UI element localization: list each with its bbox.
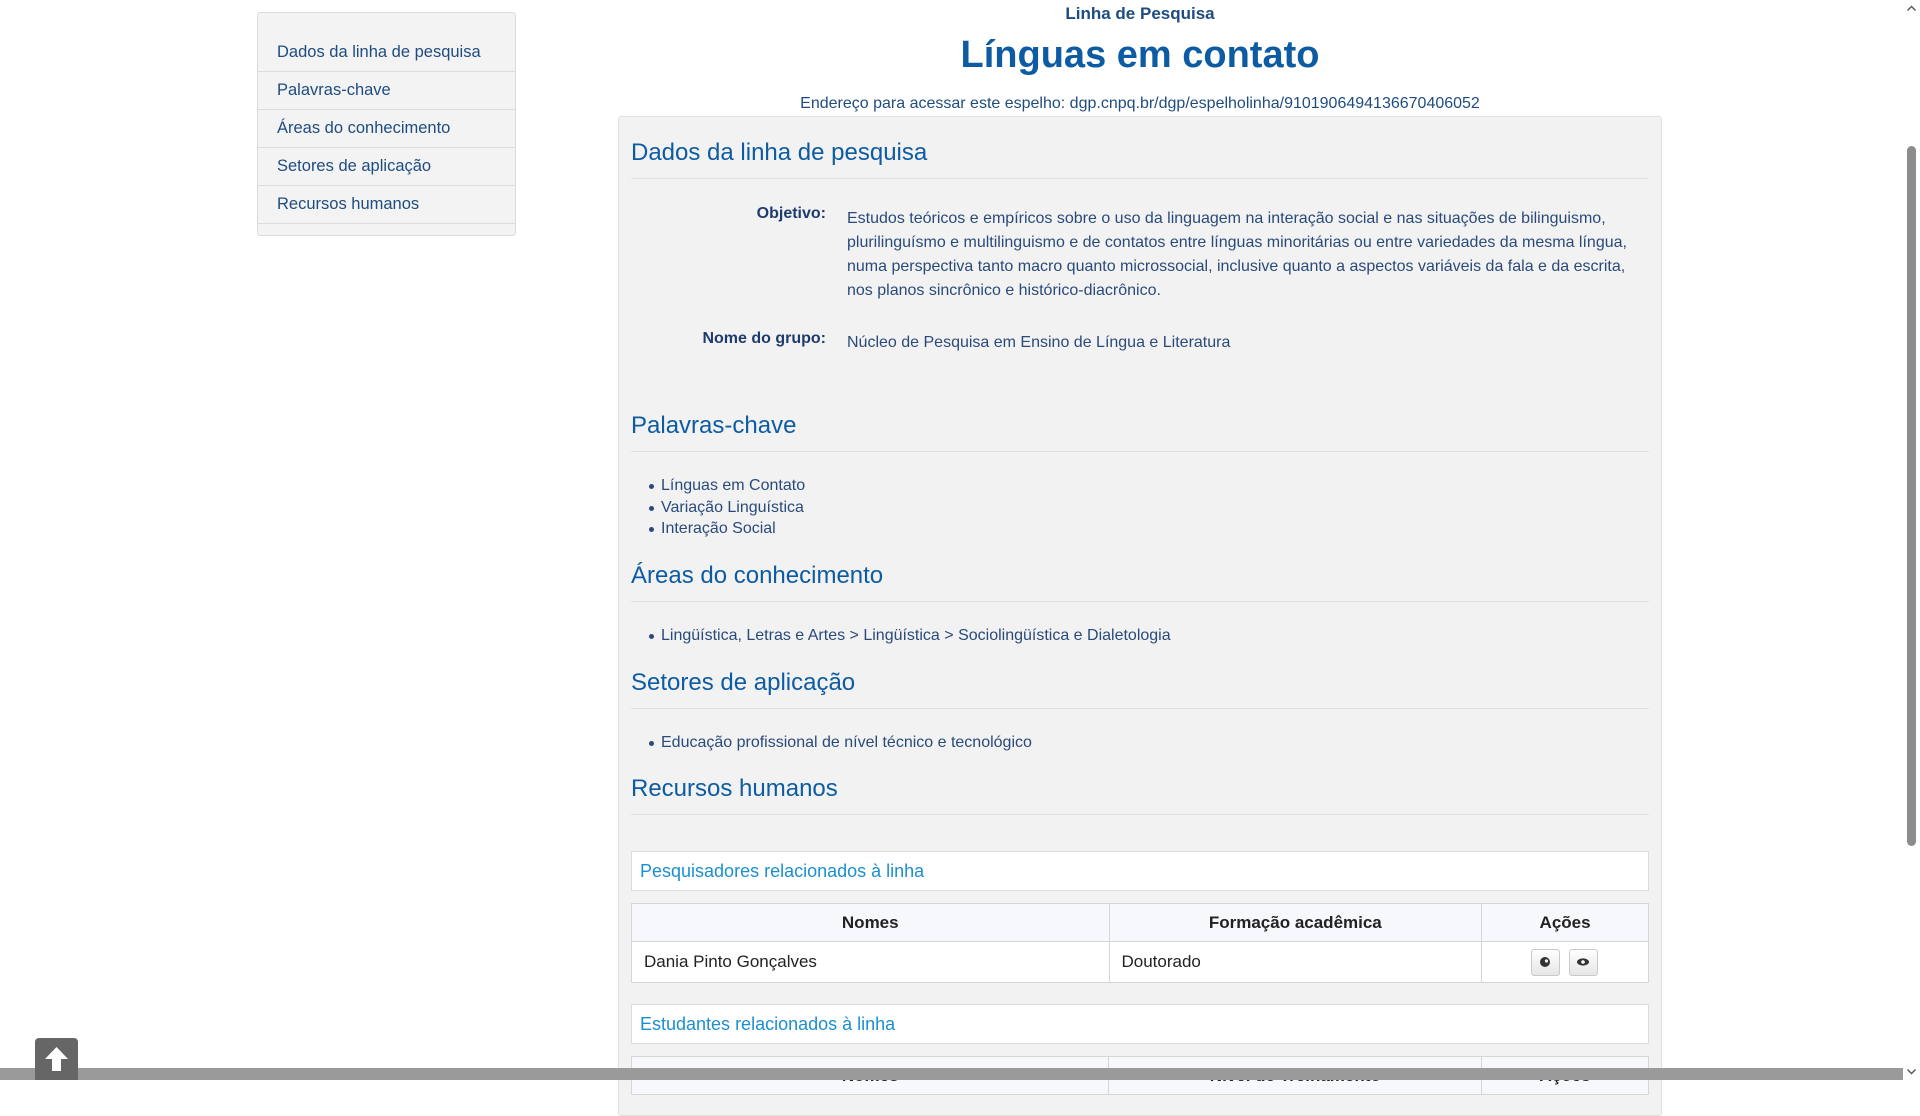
pesquisadores-header: Pesquisadores relacionados à linha xyxy=(631,851,1649,891)
sidebar-item-areas[interactable]: Áreas do conhecimento xyxy=(258,110,515,148)
divider xyxy=(631,178,1649,179)
areas-list: Lingüística, Letras e Artes > Lingüístic… xyxy=(631,625,1171,647)
back-to-top-button[interactable] xyxy=(35,1038,78,1080)
column-header-formacao: Formação acadêmica xyxy=(1108,903,1483,942)
grupo-value: Núcleo de Pesquisa em Ensino de Língua e… xyxy=(847,334,1231,351)
sidebar-item-dados[interactable]: Dados da linha de pesquisa xyxy=(258,33,515,72)
divider xyxy=(631,708,1649,709)
researcher-formacao: Doutorado xyxy=(1108,941,1483,983)
section-title-palavras-chave: Palavras-chave xyxy=(631,412,797,439)
mirror-address: Endereço para acessar este espelho: dgp.… xyxy=(800,95,1480,112)
sidebar-nav: Dados da linha de pesquisa Palavras-chav… xyxy=(257,12,516,236)
section-title-dados: Dados da linha de pesquisa xyxy=(631,139,928,166)
sidebar-item-recursos[interactable]: Recursos humanos xyxy=(258,186,515,224)
sidebar-item-setores[interactable]: Setores de aplicação xyxy=(258,148,515,186)
page-kicker: Linha de Pesquisa xyxy=(1065,4,1215,23)
objetivo-value: Estudos teóricos e empíricos sobre o uso… xyxy=(847,207,1637,303)
list-item: Interação Social xyxy=(649,518,805,540)
divider xyxy=(631,601,1649,602)
table-header-row: Nomes Formação acadêmica Ações xyxy=(631,903,1649,942)
main-panel: Dados da linha de pesquisa Objetivo: Est… xyxy=(618,116,1662,1116)
researcher-name: Dania Pinto Gonçalves xyxy=(631,941,1110,983)
divider xyxy=(631,814,1649,815)
bottom-bar xyxy=(0,1068,1903,1080)
objetivo-line: nos planos sincrônico e histórico-diacrô… xyxy=(847,282,1161,299)
section-title-recursos: Recursos humanos xyxy=(631,775,838,802)
scroll-down-arrow-icon[interactable] xyxy=(1906,1066,1917,1077)
page-title: Línguas em contato xyxy=(960,34,1320,76)
objetivo-line: plurilinguísmo e multilinguismo e de con… xyxy=(847,234,1627,251)
view-button[interactable] xyxy=(1568,948,1598,976)
curriculum-icon xyxy=(1540,956,1551,967)
grupo-label: Nome do grupo: xyxy=(702,330,826,347)
objetivo-line: numa perspectiva tanto macro quanto micr… xyxy=(847,258,1626,275)
arrow-up-icon xyxy=(45,1047,68,1071)
section-title-setores: Setores de aplicação xyxy=(631,669,856,696)
list-item: Educação profissional de nível técnico e… xyxy=(649,732,1032,754)
list-item: Variação Linguística xyxy=(649,497,805,519)
table-row: Dania Pinto Gonçalves Doutorado xyxy=(631,941,1649,983)
list-item: Línguas em Contato xyxy=(649,475,805,497)
divider xyxy=(631,451,1649,452)
curriculum-button[interactable] xyxy=(1531,948,1561,976)
section-title-areas: Áreas do conhecimento xyxy=(631,562,884,589)
estudantes-header: Estudantes relacionados à linha xyxy=(631,1004,1649,1044)
column-header-acoes: Ações xyxy=(1481,903,1649,942)
column-header-nomes: Nomes xyxy=(631,903,1110,942)
eye-icon xyxy=(1576,957,1589,966)
setores-list: Educação profissional de nível técnico e… xyxy=(631,732,1032,754)
researcher-actions xyxy=(1481,941,1649,983)
keywords-list: Línguas em Contato Variação Linguística … xyxy=(631,475,805,540)
scrollbar-thumb[interactable] xyxy=(1907,146,1916,846)
pesquisadores-table: Nomes Formação acadêmica Ações Dania Pin… xyxy=(631,903,1649,983)
sidebar-item-palavras-chave[interactable]: Palavras-chave xyxy=(258,72,515,110)
list-item: Lingüística, Letras e Artes > Lingüístic… xyxy=(649,625,1171,647)
objetivo-label: Objetivo: xyxy=(756,205,826,222)
objetivo-line: Estudos teóricos e empíricos sobre o uso… xyxy=(847,210,1606,227)
scrollbar[interactable] xyxy=(1903,0,1920,1080)
scroll-up-arrow-icon[interactable] xyxy=(1906,3,1917,14)
